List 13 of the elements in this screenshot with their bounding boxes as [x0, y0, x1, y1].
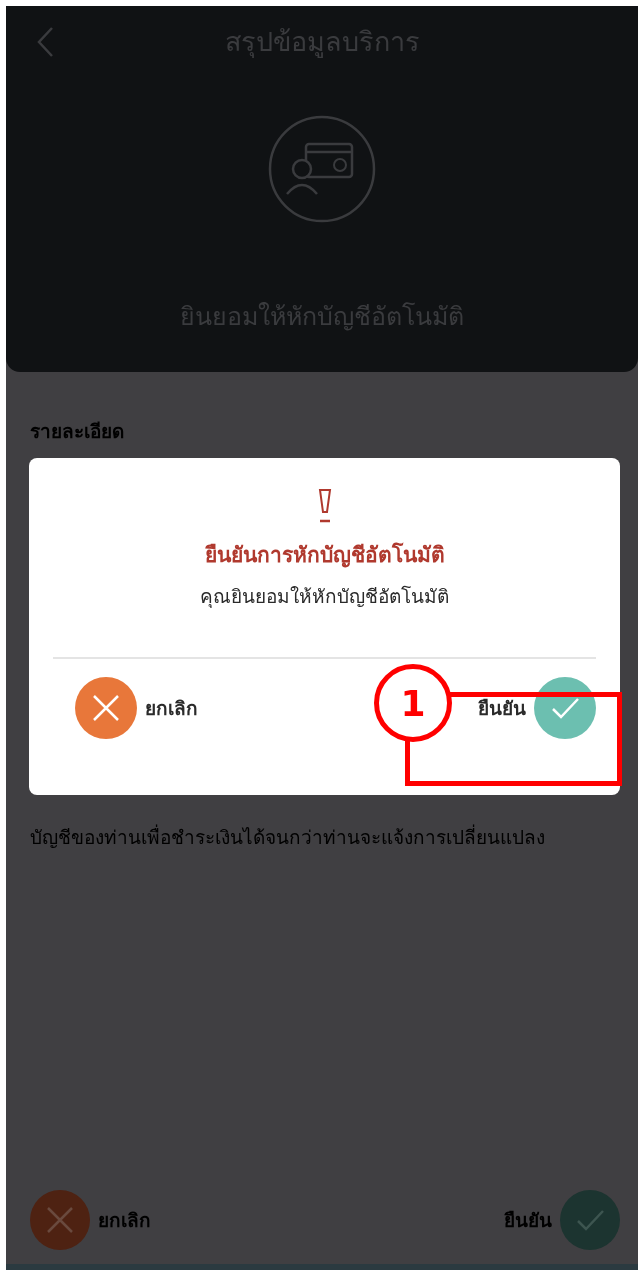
dialog-cancel-button[interactable]: ยกเลิก — [75, 677, 198, 739]
check-icon — [560, 1190, 620, 1250]
account-card-icon — [267, 114, 377, 224]
details-heading: รายละเอียด — [30, 419, 124, 444]
close-icon — [30, 1190, 90, 1250]
back-icon[interactable] — [36, 26, 54, 58]
dialog-message: คุณยินยอมให้หักบัญชีอัตโนมัติ — [200, 584, 449, 610]
close-icon — [75, 677, 137, 739]
check-icon — [534, 677, 596, 739]
dialog-confirm-button[interactable]: ยืนยัน — [478, 677, 596, 739]
details-text: บัญชีของท่านเพื่อชำระเงินได้จนกว่าท่านจะแจ้งการเปลี่ยนแปลง — [30, 823, 545, 850]
exclamation-icon — [316, 488, 333, 524]
dialog-title: ยืนยันการหักบัญชีอัตโนมัติ — [204, 541, 445, 570]
